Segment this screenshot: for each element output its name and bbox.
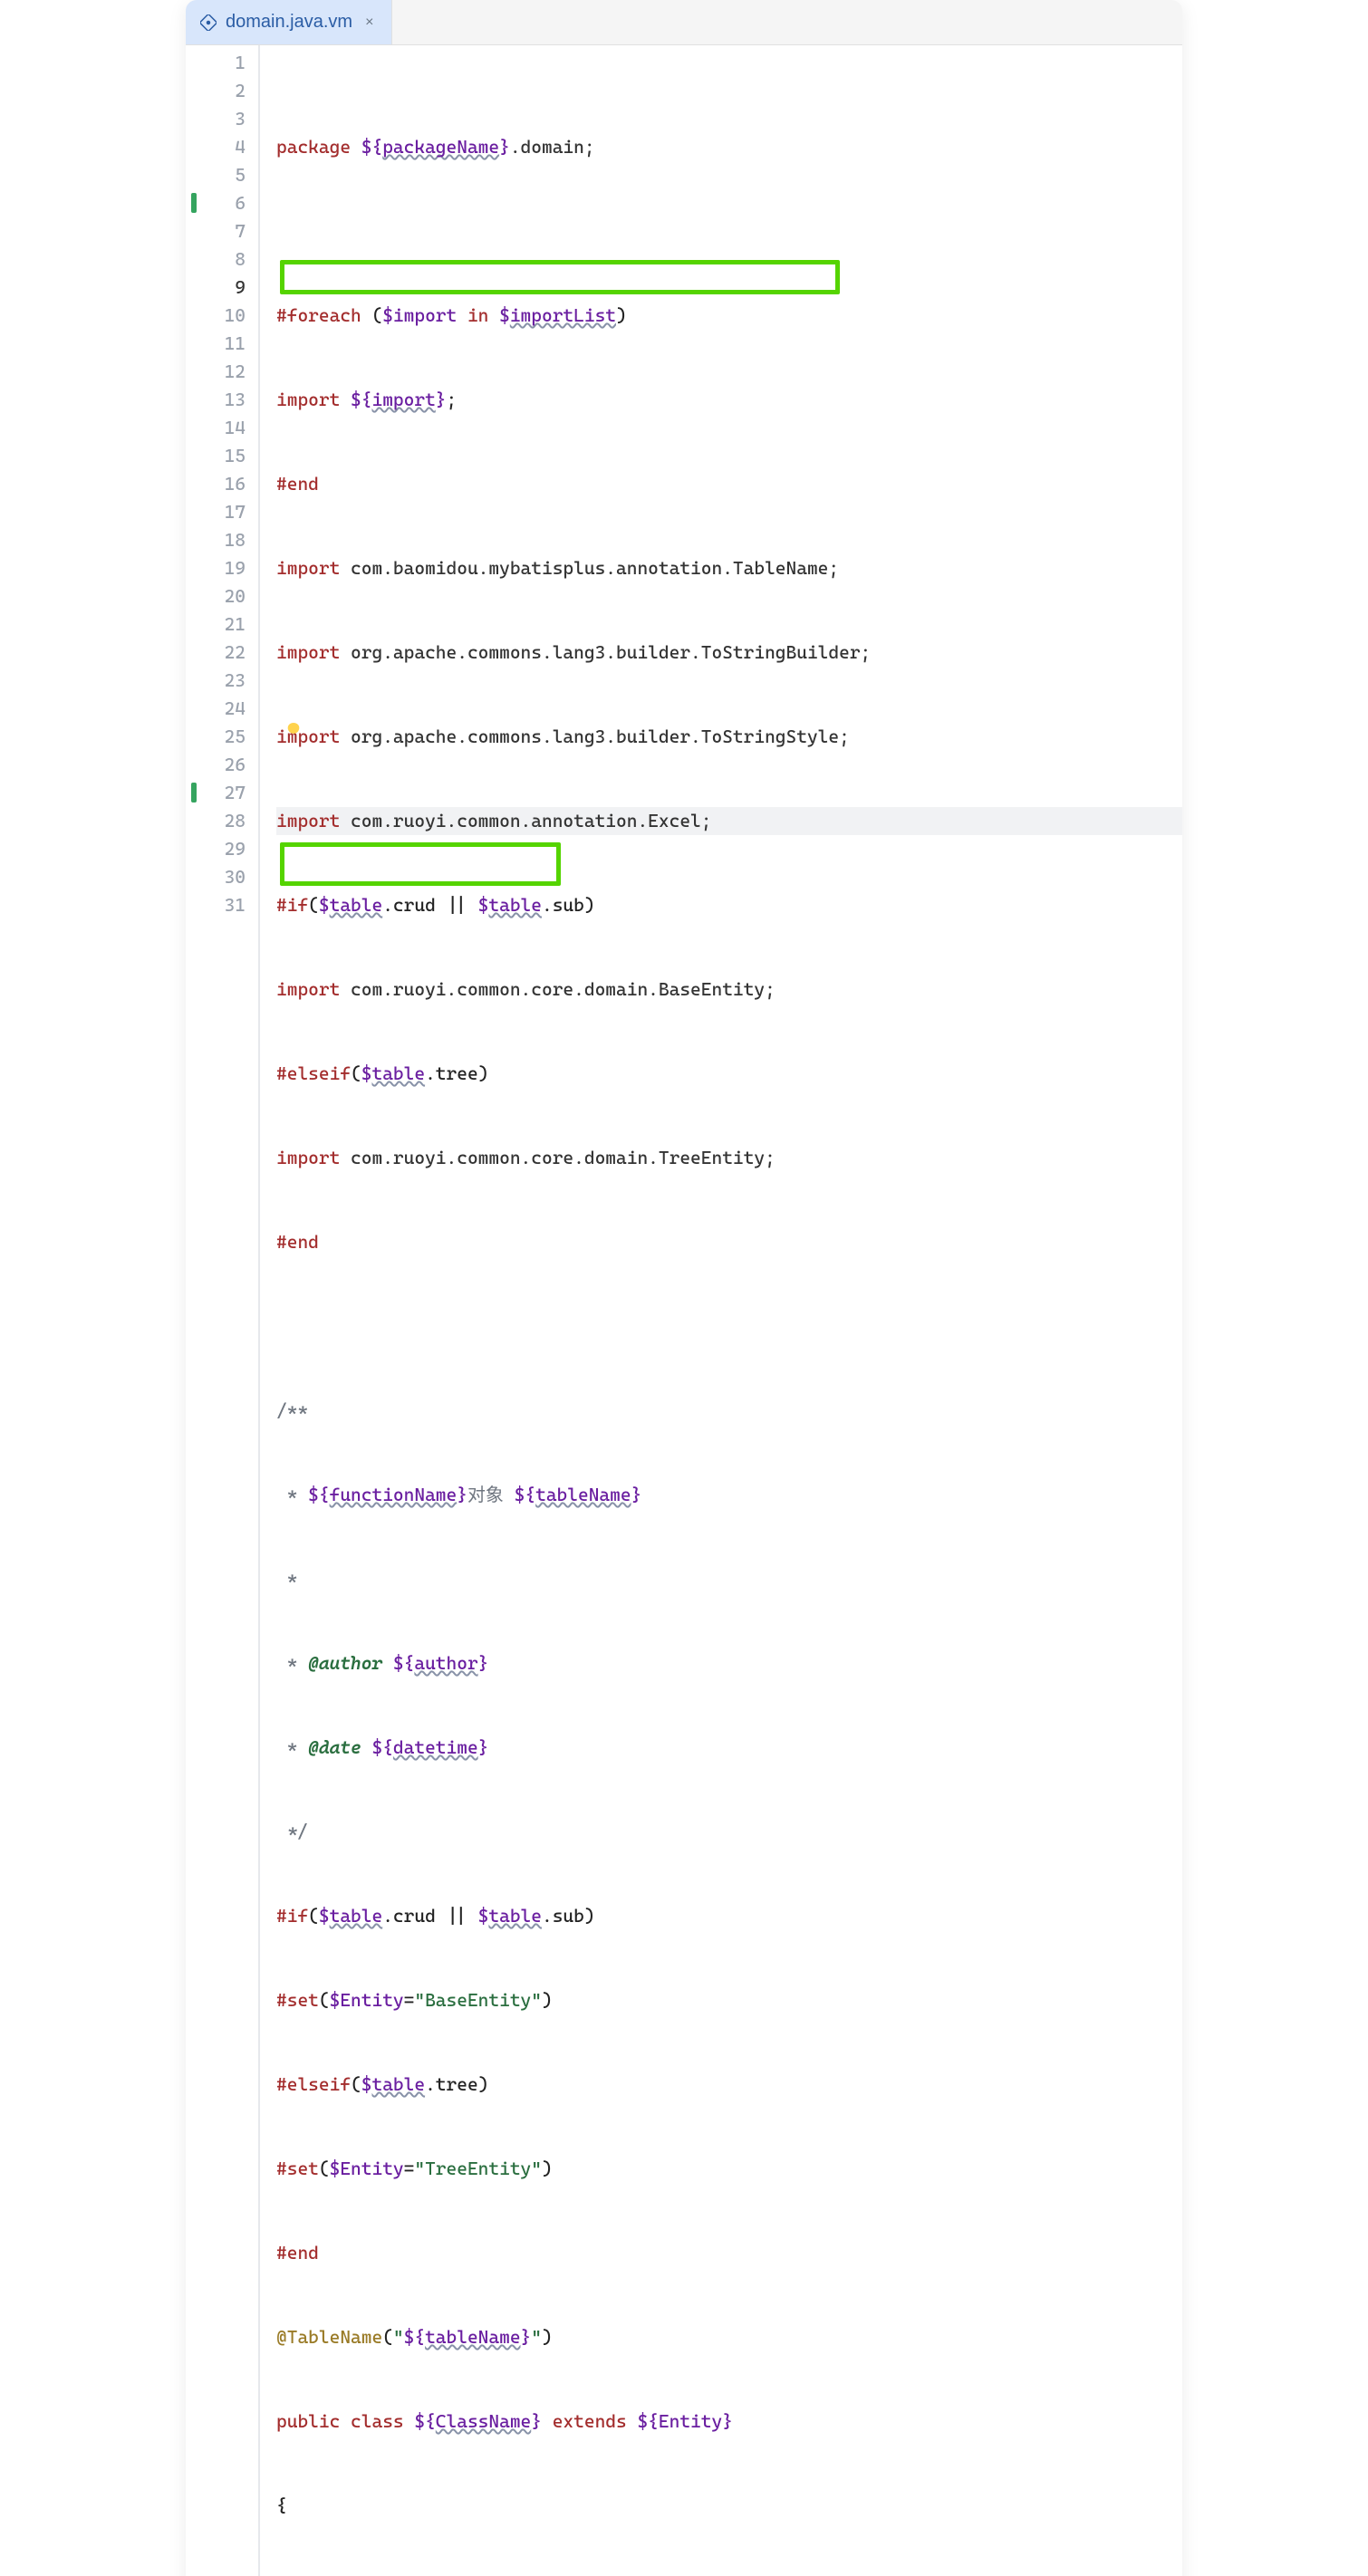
line-number[interactable]: 6	[186, 189, 246, 217]
line-number[interactable]: 10	[186, 302, 246, 330]
code-line[interactable]: #set($Entity="BaseEntity")	[276, 1986, 1182, 2014]
code-line[interactable]: *	[276, 1565, 1182, 1593]
line-number[interactable]: 15	[186, 442, 246, 470]
line-number[interactable]: 26	[186, 751, 246, 779]
line-number[interactable]: 12	[186, 358, 246, 386]
code-pane[interactable]: package ${packageName}.domain; #foreach …	[260, 45, 1182, 2576]
code-line[interactable]: @TableName("${tableName}")	[276, 2323, 1182, 2351]
code-line[interactable]: #if($table.crud || $table.sub)	[276, 891, 1182, 919]
code-line[interactable]: package ${packageName}.domain;	[276, 133, 1182, 161]
code-line[interactable]: import org.apache.commons.lang3.builder.…	[276, 723, 1182, 751]
line-number[interactable]: 11	[186, 330, 246, 358]
code-line[interactable]: import com.ruoyi.common.core.domain.Tree…	[276, 1144, 1182, 1172]
code-line[interactable]: import ${import};	[276, 386, 1182, 414]
code-line[interactable]: import com.ruoyi.common.core.domain.Base…	[276, 976, 1182, 1004]
line-number[interactable]: 20	[186, 582, 246, 610]
code-line[interactable]: #end	[276, 470, 1182, 498]
line-number[interactable]: 16	[186, 470, 246, 498]
line-number[interactable]: 31	[186, 891, 246, 919]
line-number[interactable]: 27	[186, 779, 246, 807]
line-number[interactable]: 28	[186, 807, 246, 835]
code-line[interactable]: /**	[276, 1397, 1182, 1425]
code-line[interactable]: #foreach ($import in $importList)	[276, 302, 1182, 330]
code-line[interactable]: #end	[276, 1228, 1182, 1256]
line-number[interactable]: 29	[186, 835, 246, 863]
code-line[interactable]: * ${functionName}对象 ${tableName}	[276, 1481, 1182, 1509]
code-line[interactable]	[276, 1312, 1182, 1341]
tab-filename: domain.java.vm	[226, 12, 352, 33]
file-tab[interactable]: domain.java.vm ×	[186, 0, 392, 44]
code-line[interactable]: #elseif($table.tree)	[276, 2071, 1182, 2099]
line-number[interactable]: 2	[186, 77, 246, 105]
line-number[interactable]: 22	[186, 639, 246, 667]
line-number[interactable]: 3	[186, 105, 246, 133]
line-number[interactable]: 13	[186, 386, 246, 414]
line-number[interactable]: 18	[186, 526, 246, 554]
editor-window: domain.java.vm × 12345678910111213141516…	[186, 0, 1182, 2576]
line-number[interactable]: 9	[186, 274, 246, 302]
tab-bar: domain.java.vm ×	[186, 0, 1182, 45]
code-line[interactable]: import org.apache.commons.lang3.builder.…	[276, 639, 1182, 667]
line-number[interactable]: 8	[186, 245, 246, 274]
code-line[interactable]: #if($table.crud || $table.sub)	[276, 1902, 1182, 1930]
line-number[interactable]: 30	[186, 863, 246, 891]
line-number[interactable]: 1	[186, 49, 246, 77]
line-number[interactable]: 14	[186, 414, 246, 442]
code-line[interactable]	[276, 217, 1182, 245]
line-number[interactable]: 17	[186, 498, 246, 526]
code-line[interactable]: public class ${ClassName} extends ${Enti…	[276, 2408, 1182, 2436]
line-number[interactable]: 25	[186, 723, 246, 751]
line-number[interactable]: 21	[186, 610, 246, 639]
code-line[interactable]: #set($Entity="TreeEntity")	[276, 2155, 1182, 2183]
line-number[interactable]: 19	[186, 554, 246, 582]
close-icon[interactable]: ×	[361, 14, 377, 31]
code-line-current[interactable]: import com.ruoyi.common.annotation.Excel…	[276, 807, 1182, 835]
line-number[interactable]: 23	[186, 667, 246, 695]
code-line[interactable]: {	[276, 2492, 1182, 2520]
editor-area[interactable]: 1234567891011121314151617181920212223242…	[186, 45, 1182, 2576]
velocity-file-icon	[200, 14, 217, 31]
line-number[interactable]: 4	[186, 133, 246, 161]
code-line[interactable]: */	[276, 1818, 1182, 1846]
code-line[interactable]: #elseif($table.tree)	[276, 1060, 1182, 1088]
lightbulb-icon[interactable]	[287, 723, 300, 735]
vcs-change-marker	[191, 193, 197, 213]
line-number[interactable]: 7	[186, 217, 246, 245]
gutter: 1234567891011121314151617181920212223242…	[186, 45, 258, 2576]
code-line[interactable]: import com.baomidou.mybatisplus.annotati…	[276, 554, 1182, 582]
vcs-change-marker	[191, 783, 197, 803]
line-number[interactable]: 5	[186, 161, 246, 189]
code-line[interactable]: #end	[276, 2239, 1182, 2267]
code-line[interactable]: * @author ${author}	[276, 1649, 1182, 1677]
line-number[interactable]: 24	[186, 695, 246, 723]
code-line[interactable]: * @date ${datetime}	[276, 1734, 1182, 1762]
